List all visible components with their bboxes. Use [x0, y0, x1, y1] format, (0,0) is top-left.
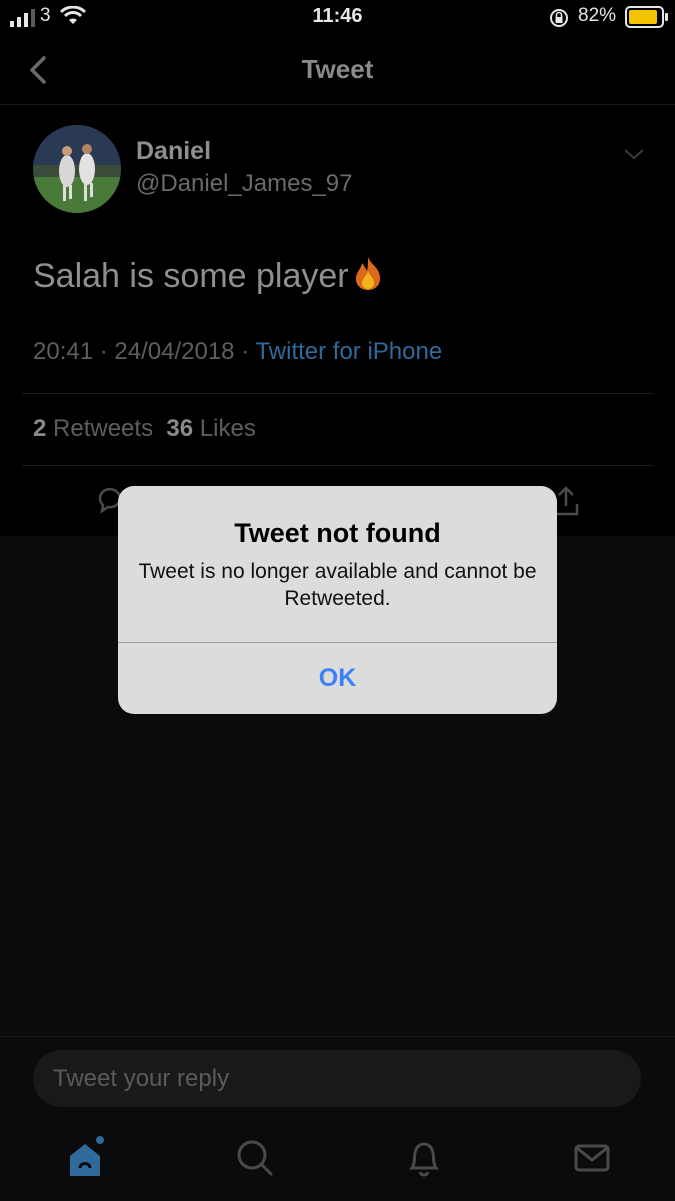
tweet-time: 20:41: [33, 338, 94, 365]
rotation-lock-icon: [550, 9, 568, 27]
chevron-down-icon[interactable]: [622, 146, 646, 162]
clock: 11:46: [312, 5, 363, 27]
tweet-meta: 20:41 · 24/04/2018 · Twitter for iPhone: [33, 338, 442, 366]
engagement-counts: 2 Retweets 36 Likes: [33, 415, 256, 443]
fire-emoji-icon: [355, 257, 380, 290]
divider: [22, 393, 653, 394]
ok-button[interactable]: OK: [118, 643, 557, 714]
retweets-label[interactable]: Retweets: [53, 415, 153, 442]
alert-message: Tweet is no longer available and cannot …: [138, 560, 537, 610]
meta-separator: ·: [99, 338, 108, 365]
tweet-date: 24/04/2018: [114, 338, 235, 365]
navigation-bar: Tweet: [0, 36, 675, 105]
author-handle[interactable]: @Daniel_James_97: [136, 170, 352, 198]
alert-dialog: Tweet not found Tweet is no longer avail…: [118, 486, 557, 714]
home-icon[interactable]: [64, 1136, 108, 1180]
retweets-count[interactable]: 2: [33, 415, 46, 442]
avatar[interactable]: [33, 125, 121, 213]
page-title: Tweet: [301, 54, 374, 84]
messages-icon[interactable]: [570, 1136, 614, 1180]
battery-icon: [625, 6, 668, 28]
tweet-text: Salah is some player: [33, 255, 385, 296]
alert-title: Tweet not found: [234, 518, 441, 548]
reply-input[interactable]: [33, 1050, 641, 1107]
author-name[interactable]: Daniel: [136, 137, 211, 166]
tweet-source-link[interactable]: Twitter for iPhone: [255, 338, 442, 365]
likes-count[interactable]: 36: [166, 415, 193, 442]
meta-separator: ·: [241, 338, 250, 365]
notifications-icon[interactable]: [402, 1136, 446, 1180]
search-icon[interactable]: [233, 1136, 277, 1180]
likes-label[interactable]: Likes: [200, 415, 256, 442]
battery-percent: 82%: [578, 5, 617, 26]
divider: [22, 465, 653, 466]
status-bar: 3 11:46 82%: [0, 0, 675, 36]
